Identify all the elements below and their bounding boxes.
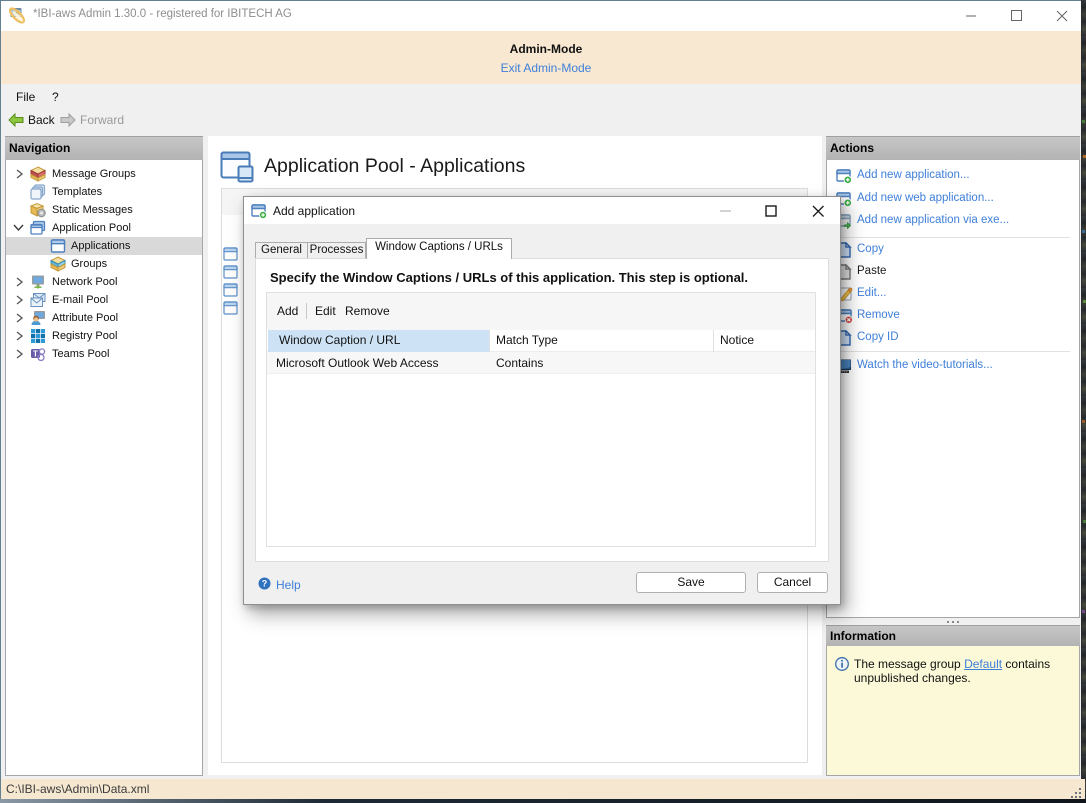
svg-text:?: ? [262,579,268,589]
svg-text:T: T [33,350,38,359]
